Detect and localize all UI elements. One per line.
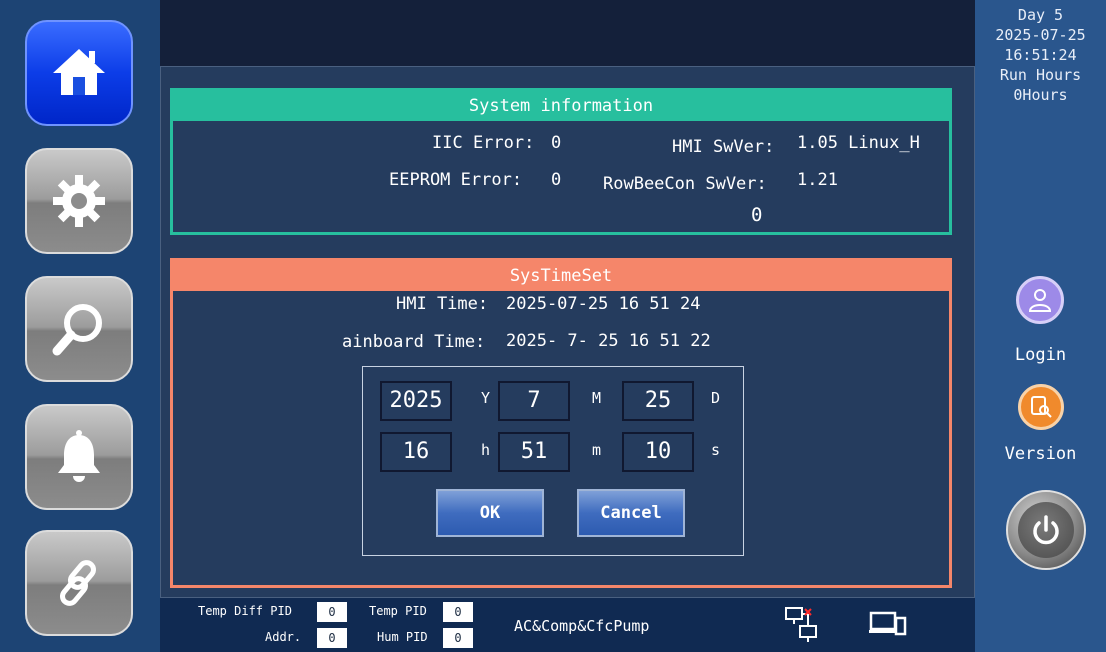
version-label: Version <box>1004 444 1077 464</box>
hour-unit: h <box>481 441 491 459</box>
bottom-right-strip <box>975 598 1106 652</box>
version-button[interactable] <box>1018 384 1064 430</box>
eeprom-error-value: 0 <box>551 170 562 190</box>
search-icon <box>52 304 102 356</box>
power-icon <box>1033 515 1059 545</box>
user-icon <box>1028 289 1052 312</box>
network-disconnected-icon <box>785 607 817 642</box>
nav-home-button[interactable] <box>25 20 133 126</box>
nav-settings-button[interactable] <box>25 148 133 254</box>
minute-unit: m <box>592 441 602 459</box>
day-field[interactable]: 25 <box>622 381 694 421</box>
run-hours-value: 0Hours <box>1013 86 1068 104</box>
year-unit: Y <box>481 389 491 407</box>
day-unit: D <box>711 389 721 407</box>
hmi-swver-label: HMI SwVer: <box>672 137 775 157</box>
month-field[interactable]: 7 <box>498 381 570 421</box>
hum-pid-label: Hum PID <box>377 630 428 644</box>
month-unit: M <box>592 389 602 407</box>
mainboard-time-value: 2025- 7- 25 16 51 22 <box>506 331 711 351</box>
nav-search-button[interactable] <box>25 276 133 382</box>
system-info-title: System information <box>173 91 949 121</box>
bell-icon <box>58 430 100 482</box>
hum-pid-value: 0 <box>443 628 473 648</box>
temp-diff-pid-value: 0 <box>317 602 347 622</box>
power-button[interactable] <box>1006 490 1086 570</box>
link-icon <box>60 560 96 606</box>
login-label: Login <box>1014 345 1067 365</box>
temp-diff-pid-label: Temp Diff PID <box>198 604 292 618</box>
date-display: 2025-07-25 <box>995 26 1086 44</box>
year-field[interactable]: 2025 <box>380 381 452 421</box>
mode-text: AC&Comp&CfcPump <box>514 617 650 635</box>
gear-icon <box>53 175 105 227</box>
login-button[interactable] <box>1016 276 1064 324</box>
ok-button[interactable]: OK <box>436 489 544 537</box>
addr-label: Addr. <box>265 630 302 644</box>
second-field[interactable]: 10 <box>622 432 694 472</box>
rowbeecon-swver-label: RowBeeCon SwVer: <box>603 174 767 194</box>
iic-error-value: 0 <box>551 133 562 153</box>
mainboard-time-label: ainboard Time: <box>342 332 486 352</box>
nav-alarm-button[interactable] <box>25 404 133 510</box>
rowbeecon-swver-value: 1.21 <box>797 170 838 190</box>
minute-field[interactable]: 51 <box>498 432 570 472</box>
time-display: 16:51:24 <box>1004 46 1077 64</box>
cancel-button[interactable]: Cancel <box>577 489 685 537</box>
extra-value: 0 <box>751 204 763 226</box>
system-info-section: System information <box>170 88 952 235</box>
hmi-time-label: HMI Time: <box>396 294 489 314</box>
temp-pid-label: Temp PID <box>369 604 427 618</box>
devices-icon <box>869 611 907 636</box>
temp-pid-value: 0 <box>443 602 473 622</box>
run-hours-label: Run Hours <box>999 66 1082 84</box>
hour-field[interactable]: 16 <box>380 432 452 472</box>
hmi-swver-value: 1.05 Linux_H <box>797 133 920 153</box>
addr-value: 0 <box>317 628 347 648</box>
sys-time-set-title: SysTimeSet <box>173 261 949 291</box>
eeprom-error-label: EEPROM Error: <box>389 170 523 190</box>
nav-link-button[interactable] <box>25 530 133 636</box>
iic-error-label: IIC Error: <box>432 133 535 153</box>
home-icon <box>53 49 105 95</box>
document-search-icon <box>1031 396 1052 418</box>
day-counter: Day 5 <box>1017 6 1064 24</box>
top-strip <box>160 0 975 66</box>
second-unit: s <box>711 441 721 459</box>
hmi-time-value: 2025-07-25 16 51 24 <box>506 294 701 314</box>
